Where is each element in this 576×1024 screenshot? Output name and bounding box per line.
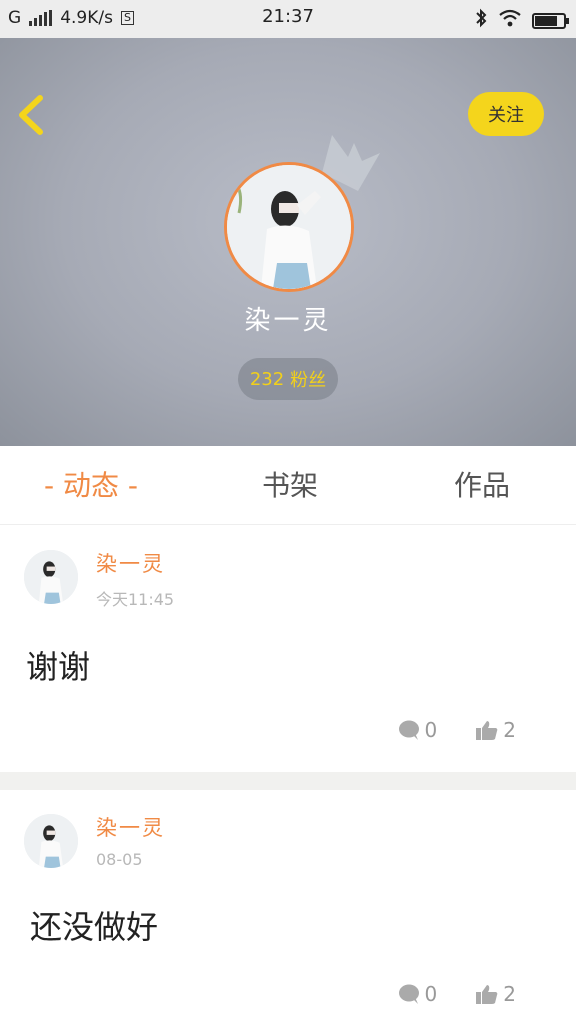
profile-name: 染一灵 (244, 306, 332, 336)
post-text: 谢谢 (26, 648, 91, 686)
post-time: 08-05 (96, 850, 143, 869)
like-button[interactable]: 2 (475, 982, 516, 1006)
post-item[interactable]: 染一灵 08-05 还没做好 0 2 (0, 790, 576, 1024)
comment-button[interactable]: 0 (397, 982, 438, 1006)
battery-fill (535, 15, 558, 26)
fans-count: 232 (249, 368, 285, 390)
profile-header: 关注 染一灵 232 粉丝 (0, 38, 576, 446)
post-author-avatar[interactable] (24, 550, 78, 604)
status-right (474, 8, 569, 33)
post-divider (0, 772, 576, 790)
post-actions: 0 2 (397, 982, 516, 1006)
tab-activity[interactable]: - 动态 - (44, 464, 138, 504)
tab-bookshelf[interactable]: 书架 (262, 464, 318, 504)
avatar-image (24, 814, 78, 868)
comment-icon (398, 984, 419, 1004)
back-button[interactable] (14, 94, 50, 136)
post-actions: 0 2 (397, 718, 516, 742)
battery-icon (532, 12, 569, 29)
fans-label: 粉丝 (290, 370, 327, 391)
post-author-name[interactable]: 染一灵 (96, 812, 165, 842)
thumbs-up-icon (476, 721, 498, 740)
profile-avatar[interactable] (224, 162, 354, 292)
fans-badge[interactable]: 232 粉丝 (238, 358, 338, 400)
like-count: 2 (503, 982, 516, 1006)
post-time: 今天11:45 (96, 590, 175, 609)
comment-icon (398, 720, 419, 740)
comment-count: 0 (424, 982, 438, 1006)
tab-works[interactable]: 作品 (454, 464, 510, 504)
post-text: 还没做好 (30, 908, 159, 946)
back-arrow-icon (19, 95, 43, 135)
post-author-name[interactable]: 染一灵 (96, 548, 165, 578)
bluetooth-icon (474, 8, 488, 33)
thumbs-up-icon (476, 985, 498, 1004)
post-item[interactable]: 染一灵 今天11:45 谢谢 0 2 (0, 526, 576, 772)
status-bar: G 4.9K/s S 21:37 (0, 0, 576, 38)
wifi-icon (498, 9, 522, 32)
comment-button[interactable]: 0 (397, 718, 438, 742)
avatar-image (24, 550, 78, 604)
profile-tabs: - 动态 - 书架 作品 (0, 446, 576, 525)
avatar-image (227, 165, 351, 289)
like-count: 2 (503, 718, 516, 742)
follow-button[interactable]: 关注 (468, 92, 544, 136)
comment-count: 0 (424, 718, 438, 742)
post-author-avatar[interactable] (24, 814, 78, 868)
like-button[interactable]: 2 (475, 718, 516, 742)
